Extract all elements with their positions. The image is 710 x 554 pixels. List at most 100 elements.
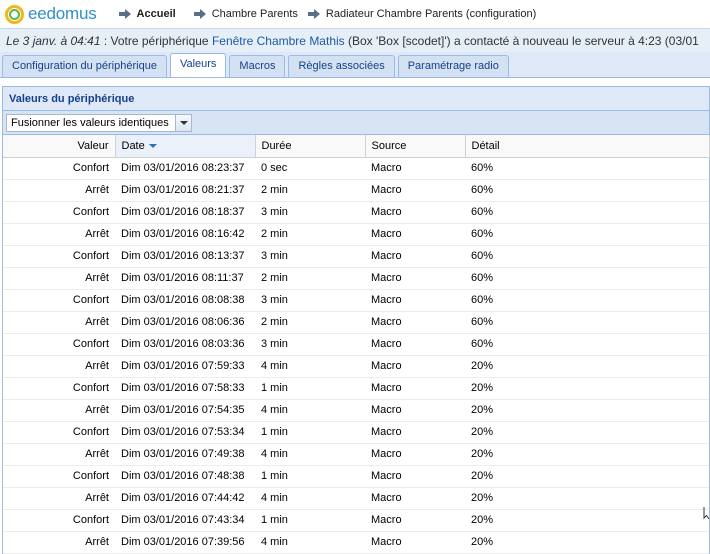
cell-date: Dim 03/01/2016 08:16:42 [115,223,255,246]
cell-value: Arrêt [3,267,115,290]
cell-value: Confort [3,157,115,180]
cell-source: Macro [365,311,465,334]
merge-values-selected: Fusionner les valeurs identiques [11,117,169,129]
cell-date: Dim 03/01/2016 07:48:38 [115,465,255,488]
cell-detail: 20% [465,509,709,532]
logo-text: eedomus [28,4,97,23]
logo-ring-icon [5,4,24,24]
cell-source: Macro [365,399,465,422]
cell-date: Dim 03/01/2016 08:06:36 [115,311,255,334]
cell-source: Macro [365,421,465,444]
cell-value: Confort [3,509,115,532]
table-row[interactable]: Confort Dim 03/01/2016 08:08:38 3 min Macro… [3,289,709,312]
table-row[interactable]: Arrêt Dim 03/01/2016 07:59:33 4 min Macro 20… [3,355,709,378]
table-row[interactable]: Arrêt Dim 03/01/2016 08:11:37 2 min Macro 60… [3,267,709,290]
column-header-detail[interactable]: Détail [465,135,710,158]
cell-value: Confort [3,289,115,312]
column-header-source[interactable]: Source [365,135,466,158]
cell-detail: 60% [465,333,709,356]
cell-detail: 20% [465,355,709,378]
cell-source: Macro [365,245,465,268]
cell-source: Macro [365,157,465,180]
eedomus-logo[interactable]: eedomus [5,4,97,24]
panel-title: Valeurs du périphérique [3,87,709,111]
tab-associated-rules[interactable]: Règles associées [288,55,395,77]
cell-date: Dim 03/01/2016 08:21:37 [115,179,255,202]
table-row[interactable]: Confort Dim 03/01/2016 07:43:34 1 min Macro… [3,509,709,532]
cell-duration: 2 min [255,223,365,246]
breadcrumb-home[interactable]: Accueil [137,8,176,20]
cell-detail: 60% [465,267,709,290]
cell-date: Dim 03/01/2016 07:49:38 [115,443,255,466]
table-row[interactable]: Arrêt Dim 03/01/2016 07:39:56 4 min Macro 20… [3,531,709,554]
cell-source: Macro [365,487,465,510]
cell-detail: 20% [465,487,709,510]
table-row[interactable]: Confort Dim 03/01/2016 08:03:36 3 min Macro… [3,333,709,356]
cell-duration: 3 min [255,289,365,312]
table-row[interactable]: Confort Dim 03/01/2016 08:18:37 3 min Macro… [3,201,709,224]
cell-date: Dim 03/01/2016 07:44:42 [115,487,255,510]
breadcrumb-room[interactable]: Chambre Parents [212,8,298,20]
tab-macros[interactable]: Macros [229,55,286,77]
mouse-cursor-icon [703,507,710,520]
table-row[interactable]: Confort Dim 03/01/2016 07:53:34 1 min Macro… [3,421,709,444]
cell-source: Macro [365,377,465,400]
arrow-right-icon [193,9,206,19]
notice-text-before: : Votre périphérique [100,34,212,48]
cell-source: Macro [365,355,465,378]
cell-duration: 2 min [255,179,365,202]
breadcrumb-device[interactable]: Radiateur Chambre Parents (configuration… [326,8,536,20]
table-row[interactable]: Confort Dim 03/01/2016 07:48:38 1 min Macro… [3,465,709,488]
cell-duration: 2 min [255,267,365,290]
cell-date: Dim 03/01/2016 08:11:37 [115,267,255,290]
tab-radio-settings[interactable]: Paramétrage radio [397,55,509,77]
cell-date: Dim 03/01/2016 07:43:34 [115,509,255,532]
chevron-down-icon[interactable] [174,115,191,131]
table-row[interactable]: Arrêt Dim 03/01/2016 08:16:42 2 min Macro 60… [3,223,709,246]
cell-detail: 20% [465,531,709,554]
cell-detail: 60% [465,157,709,180]
cell-detail: 60% [465,179,709,202]
notice-device-link[interactable]: Fenêtre Chambre Mathis [212,34,345,48]
cell-duration: 1 min [255,465,365,488]
cell-date: Dim 03/01/2016 08:08:38 [115,289,255,312]
cell-source: Macro [365,333,465,356]
cell-date: Dim 03/01/2016 07:59:33 [115,355,255,378]
table-row[interactable]: Confort Dim 03/01/2016 08:23:37 0 sec Macro… [3,157,709,180]
arrow-right-icon [118,9,131,19]
merge-values-dropdown[interactable]: Fusionner les valeurs identiques [6,114,192,132]
cell-value: Arrêt [3,223,115,246]
tab-values[interactable]: Valeurs [169,53,227,77]
panel-toolbar: Fusionner les valeurs identiques [3,111,709,135]
tab-device-configuration[interactable]: Configuration du périphérique [2,55,167,77]
cell-duration: 1 min [255,421,365,444]
column-header-duration[interactable]: Durée [255,135,366,158]
table-row[interactable]: Arrêt Dim 03/01/2016 08:06:36 2 min Macro 60… [3,311,709,334]
table-row[interactable]: Confort Dim 03/01/2016 07:58:33 1 min Macro… [3,377,709,400]
table-row[interactable]: Confort Dim 03/01/2016 08:13:37 3 min Macro… [3,245,709,268]
column-header-value[interactable]: Valeur [3,135,116,158]
cell-detail: 60% [465,311,709,334]
cell-date: Dim 03/01/2016 07:53:34 [115,421,255,444]
cell-duration: 4 min [255,487,365,510]
table-row[interactable]: Arrêt Dim 03/01/2016 07:49:38 4 min Macro 20… [3,443,709,466]
table-row[interactable]: Arrêt Dim 03/01/2016 08:21:37 2 min Macro 60… [3,179,709,202]
cell-source: Macro [365,465,465,488]
cell-duration: 3 min [255,333,365,356]
cell-duration: 3 min [255,201,365,224]
cell-value: Arrêt [3,399,115,422]
cell-value: Arrêt [3,443,115,466]
notice-date: Le 3 janv. à 04:41 [6,34,101,48]
cell-source: Macro [365,289,465,312]
values-panel: Valeurs du périphérique Fusionner les va… [2,86,710,554]
cell-detail: 20% [465,465,709,488]
cell-detail: 20% [465,399,709,422]
cell-source: Macro [365,201,465,224]
cell-detail: 60% [465,289,709,312]
cell-duration: 4 min [255,399,365,422]
column-header-date[interactable]: Date [115,135,256,158]
table-row[interactable]: Arrêt Dim 03/01/2016 07:54:35 4 min Macro 20… [3,399,709,422]
top-header: eedomus Accueil Chambre Parents Radiateu… [0,0,710,28]
cell-detail: 60% [465,223,709,246]
table-row[interactable]: Arrêt Dim 03/01/2016 07:44:42 4 min Macro 20… [3,487,709,510]
